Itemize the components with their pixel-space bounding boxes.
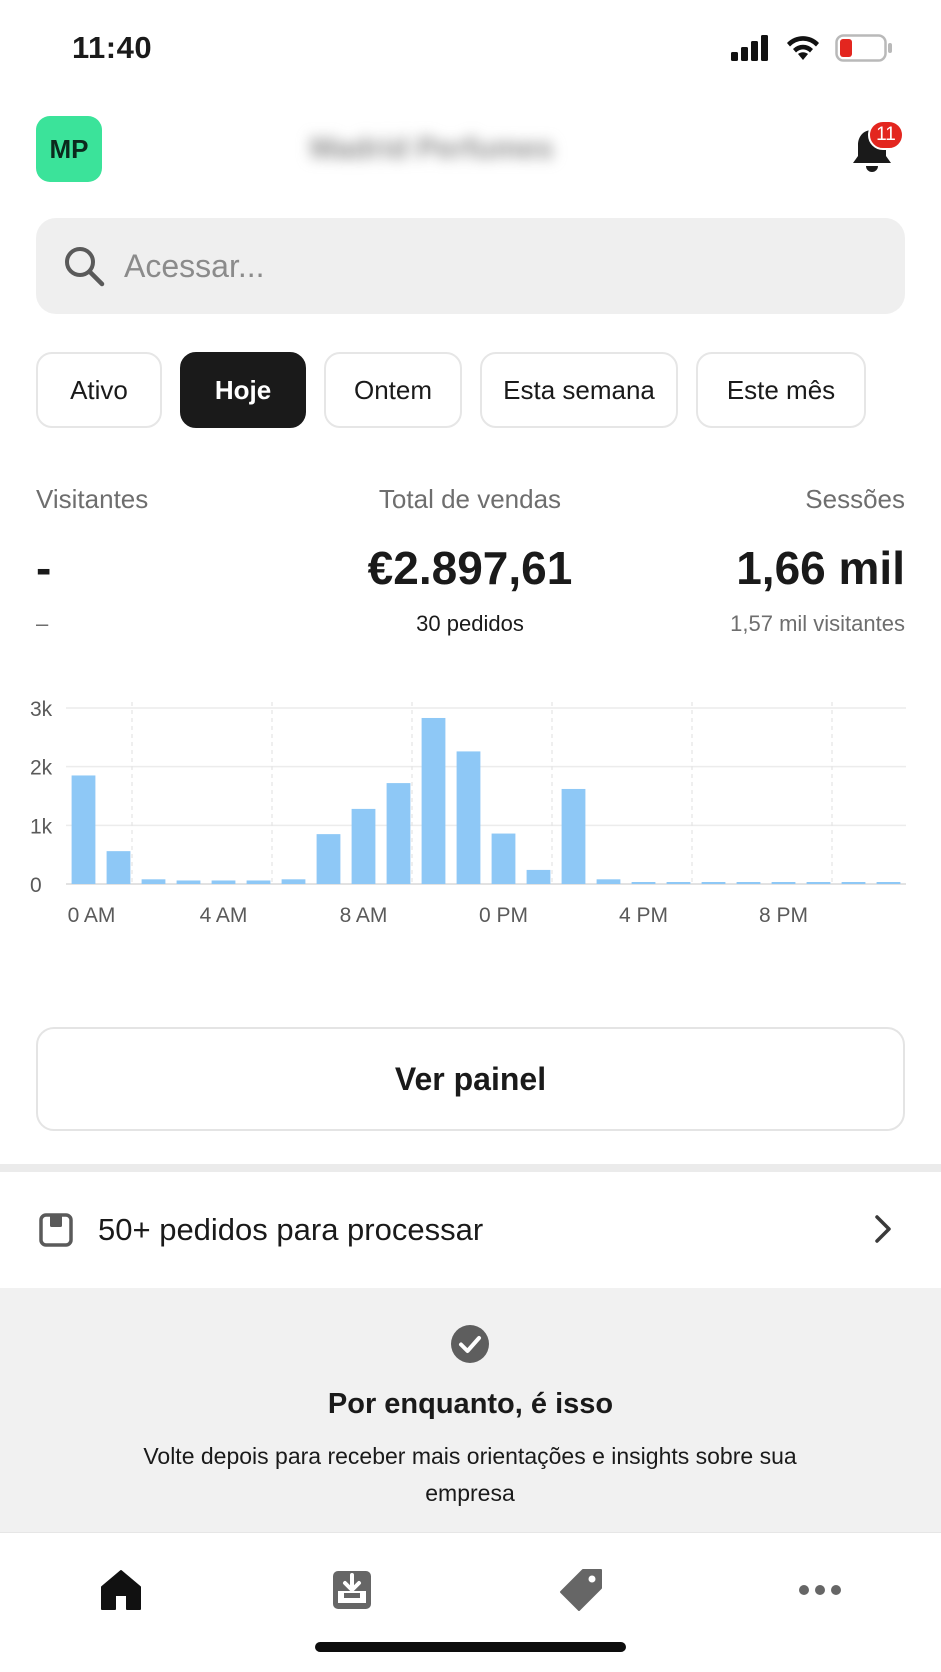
chevron-right-icon (875, 1215, 891, 1243)
metric-sales-label: Total de vendas (378, 484, 562, 514)
home-indicator (315, 1642, 626, 1652)
check-circle-icon (451, 1325, 489, 1363)
chart-bar (281, 879, 306, 884)
tab-products[interactable] (547, 1555, 617, 1625)
chart-x-tick-label: 4 AM (200, 904, 248, 927)
wifi-icon (787, 36, 819, 60)
orders-to-process-row[interactable]: 50+ pedidos para processar (0, 1172, 941, 1288)
chart-bar (386, 783, 411, 884)
chart-bar (421, 717, 446, 884)
chart-bar (701, 882, 726, 884)
chart-bar (806, 882, 831, 884)
search-icon (65, 247, 105, 287)
chart-y-tick-label: 0 (30, 874, 42, 897)
chart-y-tick-label: 3k (30, 698, 53, 721)
empty-state-card: Por enquanto, é isso Volte depois para r… (0, 1288, 941, 1532)
metric-sessions-sub: 1,57 mil visitantes (730, 611, 905, 636)
filter-chip-este-mes[interactable]: Este mês (696, 352, 866, 428)
filter-chip-esta-semana[interactable]: Esta semana (480, 352, 678, 428)
chart-bar (771, 882, 796, 884)
metric-sales-sub: 30 pedidos (416, 611, 524, 636)
metric-sessions[interactable]: Sessões 1,66 mil 1,57 mil visitantes (605, 484, 905, 637)
chart-bar (596, 879, 621, 884)
home-icon (101, 1570, 141, 1610)
status-bar: 11:40 (0, 0, 941, 100)
metric-sales[interactable]: Total de vendas €2.897,61 30 pedidos (320, 484, 620, 637)
chart-bar (491, 833, 516, 884)
chart-x-tick-label: 0 PM (479, 904, 528, 927)
chart-y-tick-label: 2k (30, 757, 53, 780)
filter-chip-ontem[interactable]: Ontem (324, 352, 462, 428)
metric-visitors-sub: – (36, 611, 49, 636)
chart-bar (841, 882, 866, 884)
chart-bar (526, 869, 551, 884)
empty-state-description: Volte depois para receber mais orientaçõ… (143, 1443, 797, 1506)
chart-bar (106, 851, 131, 884)
cellular-signal-icon (731, 35, 768, 61)
metric-sessions-value: 1,66 mil (736, 542, 905, 594)
search-bar[interactable] (36, 218, 905, 314)
section-divider (0, 1164, 941, 1172)
chart-y-tick-label: 1k (30, 815, 53, 838)
empty-state-title: Por enquanto, é isso (327, 1388, 614, 1420)
tab-orders[interactable] (317, 1555, 387, 1625)
chart-bar (141, 879, 166, 884)
metric-sales-value: €2.897,61 (367, 542, 573, 594)
chart-bar (631, 882, 656, 884)
tab-more[interactable] (785, 1555, 855, 1625)
order-box-icon (39, 1213, 73, 1247)
metric-visitors[interactable]: Visitantes - – (36, 484, 148, 637)
chart-bar (561, 788, 586, 884)
chart-x-tick-label: 8 AM (340, 904, 388, 927)
battery-icon (835, 34, 892, 62)
filter-chip-ativo[interactable]: Ativo (36, 352, 162, 428)
chart-x-tick-label: 8 PM (759, 904, 808, 927)
notification-badge: 11 (868, 120, 904, 150)
chart-bar (666, 882, 691, 884)
status-icons (731, 34, 893, 62)
sales-chart[interactable]: 0 1k 2k 3k 0 AM 4 AM 8 AM 0 PM 4 PM 8 PM (30, 690, 910, 990)
status-time: 11:40 (72, 30, 153, 65)
chart-x-tick-label: 4 PM (619, 904, 668, 927)
store-avatar[interactable]: MP (36, 116, 102, 182)
chart-bar (456, 751, 481, 884)
chart-bar (316, 834, 341, 884)
chart-bar (736, 882, 761, 884)
view-dashboard-button[interactable]: Ver painel (36, 1027, 905, 1131)
search-input[interactable] (124, 218, 884, 314)
orders-to-process-label: 50+ pedidos para processar (98, 1212, 484, 1247)
metric-visitors-label: Visitantes (36, 484, 149, 514)
chart-bar (176, 880, 201, 884)
chart-bar (71, 775, 96, 884)
chart-bar (246, 880, 271, 884)
chart-bar (211, 880, 236, 884)
metric-sessions-label: Sessões (805, 484, 905, 514)
more-icon (799, 1585, 841, 1595)
chart-bar (876, 882, 901, 884)
chart-bar (351, 808, 376, 884)
metric-visitors-value: - (36, 542, 52, 594)
header: MP Madrid Perfumes 11 (0, 112, 941, 184)
tag-icon (560, 1569, 602, 1611)
store-name[interactable]: Madrid Perfumes (310, 132, 620, 168)
orders-inbox-icon (333, 1571, 371, 1609)
tab-home[interactable] (86, 1555, 156, 1625)
filter-chip-hoje[interactable]: Hoje (180, 352, 306, 428)
chart-x-tick-label: 0 AM (68, 904, 116, 927)
